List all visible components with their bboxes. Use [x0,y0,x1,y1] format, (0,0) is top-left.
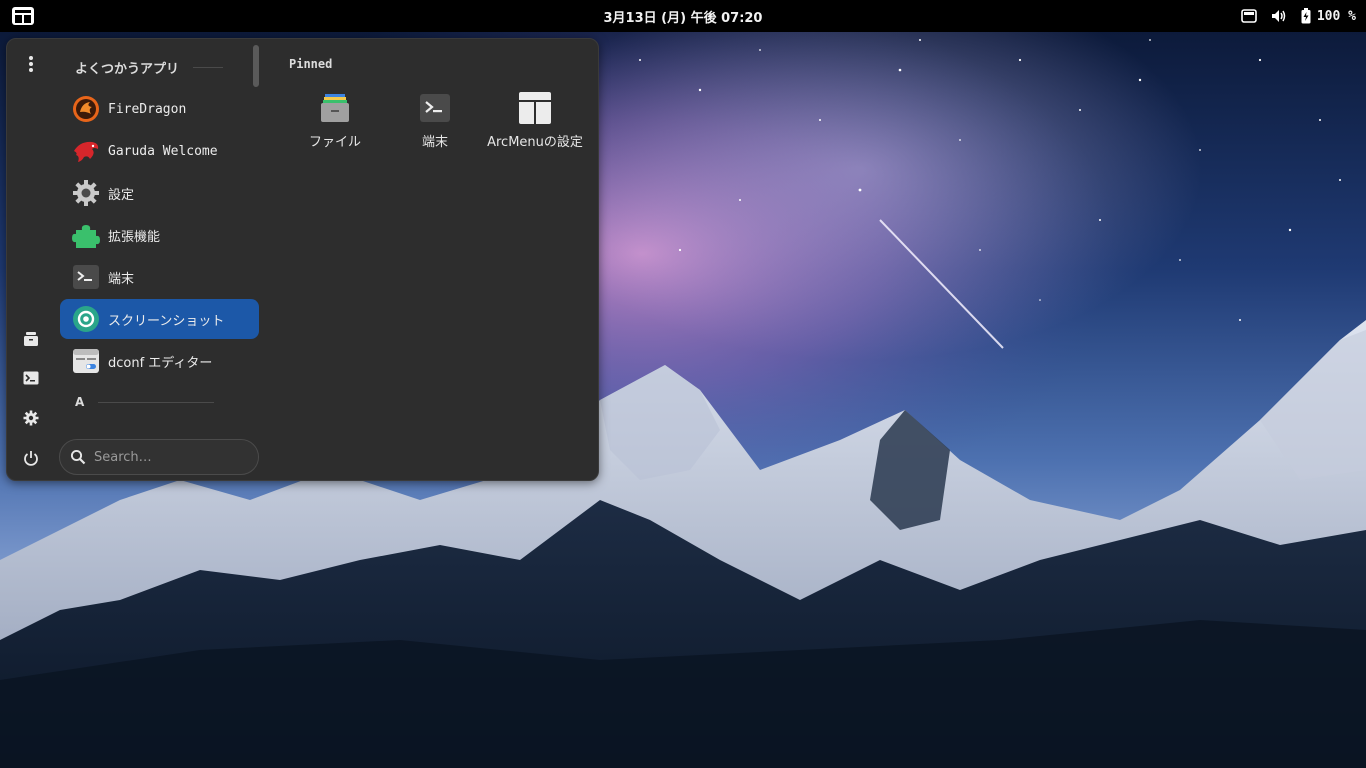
search-input[interactable] [94,449,244,465]
garuda-eagle-icon [72,137,100,165]
activities-menu-icon [12,7,34,25]
app-item-terminal[interactable]: 端末 [60,257,259,297]
search-icon [70,449,86,465]
volume-icon[interactable] [1271,9,1287,23]
puzzle-piece-icon [72,221,100,249]
gear-icon [23,410,39,426]
system-tray[interactable]: 100 % [1241,0,1356,32]
app-item-garuda-welcome[interactable]: Garuda Welcome [60,131,259,171]
app-list[interactable]: よくつかうアプリ FireDragon Garuda Welcome 設定 拡張… [59,39,259,429]
app-item-extensions[interactable]: 拡張機能 [60,215,259,255]
dconf-editor-icon [72,347,100,375]
arcmenu-panel: よくつかうアプリ FireDragon Garuda Welcome 設定 拡張… [6,38,599,481]
file-cabinet-icon [318,91,352,125]
search-box[interactable] [59,439,259,475]
display-icon[interactable] [1241,9,1257,23]
app-item-dconf-editor[interactable]: dconf エディター [60,341,259,381]
pinned-terminal[interactable]: 端末 [387,87,483,171]
app-item-settings[interactable]: 設定 [60,173,259,213]
app-label: dconf エディター [108,355,213,371]
settings-gear-icon [72,179,100,207]
file-cabinet-icon [24,332,38,346]
kebab-menu-icon [29,56,33,72]
arcmenu-layout-icon [518,91,552,125]
terminal-icon [23,371,39,385]
terminal-icon [418,91,452,125]
rail-terminal-button[interactable] [16,363,46,393]
app-item-firedragon[interactable]: FireDragon [60,89,259,129]
battery-icon [1301,8,1311,24]
app-label: 拡張機能 [108,229,161,245]
camera-aperture-icon [72,305,100,333]
divider [98,401,215,403]
divider [193,67,224,68]
app-label: Garuda Welcome [108,143,218,159]
power-icon [24,451,38,466]
app-label: 端末 [108,271,135,287]
frequent-apps-header: よくつかうアプリ [75,58,224,77]
pinned-arcmenu-settings[interactable]: ArcMenuの設定 [487,87,583,171]
pinned-apps-area: Pinned ファイル 端末 ArcMenuの設定 [269,39,598,480]
firedragon-icon [72,95,100,123]
rail-power-button[interactable] [16,443,46,473]
arcmenu-side-rail [7,39,55,480]
rail-settings-button[interactable] [16,403,46,433]
pinned-label: 端末 [421,135,448,150]
pinned-label: ファイル [308,135,361,150]
app-list-scrollbar[interactable] [253,45,259,87]
app-label: スクリーンショット [108,313,225,329]
top-panel: 3月13日 (月) 午後 07:20 100 % [0,0,1366,32]
kebab-menu-button[interactable] [16,49,46,79]
app-item-screenshot[interactable]: スクリーンショット [60,299,259,339]
terminal-icon [72,263,100,291]
clock-label[interactable]: 3月13日 (月) 午後 07:20 [604,7,763,26]
pinned-title: Pinned [289,57,333,71]
app-label: 設定 [108,187,135,203]
pinned-files[interactable]: ファイル [287,87,383,171]
pinned-label: ArcMenuの設定 [487,135,583,150]
clock-display: 3月13日 (月) 午後 07:20 [0,0,1366,32]
battery-percent: 100 % [1316,8,1356,24]
rail-files-button[interactable] [16,324,46,354]
letter-a-label: A [75,395,85,409]
app-label: FireDragon [108,101,187,117]
arcmenu-button[interactable] [6,3,40,29]
frequent-apps-label: よくつかうアプリ [75,62,180,77]
letter-a-header: A [75,395,215,409]
battery-indicator[interactable]: 100 % [1301,8,1356,24]
